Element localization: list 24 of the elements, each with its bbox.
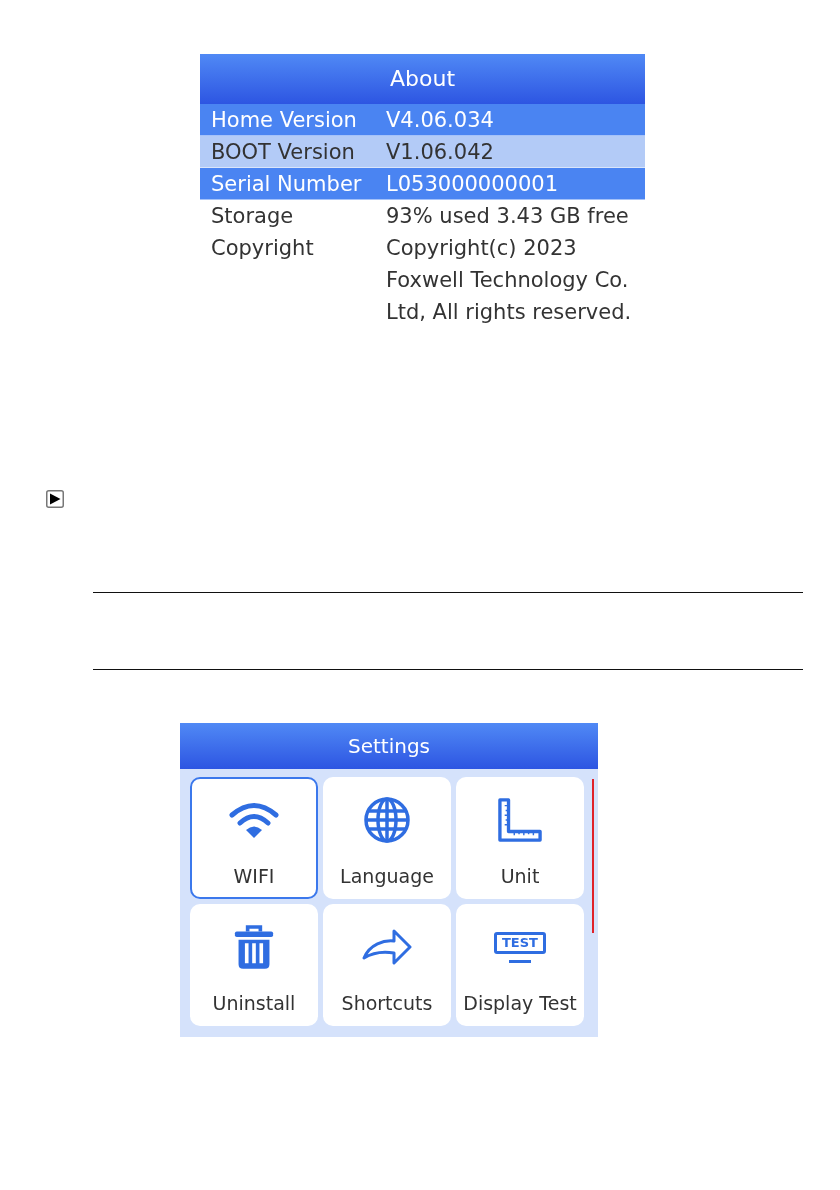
wifi-icon xyxy=(229,802,279,838)
info-value: L053000000001 xyxy=(386,171,559,198)
square-ruler-icon xyxy=(498,798,542,842)
info-label: Home Version xyxy=(210,107,358,134)
info-value: Copyright(c) 2023 Foxwell Technology Co. Ltd, All rights reserved. xyxy=(386,235,632,326)
settings-tile[interactable]: Shortcuts xyxy=(323,904,451,1026)
settings-tile[interactable]: WIFI xyxy=(190,777,318,899)
trash-icon xyxy=(234,924,274,970)
screen-header: About xyxy=(200,54,645,104)
settings-tile[interactable]: Unit xyxy=(456,777,584,899)
play-bullet-icon xyxy=(46,490,64,508)
settings-tile[interactable]: TEST Display Test xyxy=(456,904,584,1026)
info-label: Serial Number xyxy=(210,171,363,198)
info-label: Copyright xyxy=(210,235,315,262)
info-value: 93% used 3.43 GB free xyxy=(386,203,629,230)
info-label: Storage xyxy=(210,203,295,230)
info-value: V1.06.042 xyxy=(386,139,494,166)
settings-tile[interactable]: Uninstall xyxy=(190,904,318,1026)
globe-icon xyxy=(364,797,410,843)
info-value: V4.06.034 xyxy=(386,107,494,134)
info-label: BOOT Version xyxy=(210,139,356,166)
settings-tile[interactable]: Language xyxy=(323,777,451,899)
screen-header: Settings xyxy=(180,723,598,769)
curved-arrow-icon xyxy=(362,928,412,966)
